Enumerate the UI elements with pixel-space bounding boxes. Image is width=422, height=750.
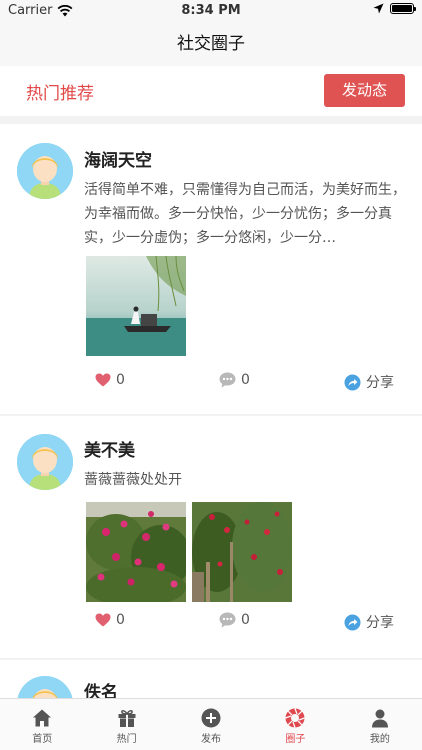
tab-circle[interactable]: 圈子 [253,699,337,750]
avatar[interactable] [17,676,73,698]
person-icon [371,709,388,728]
share-label: 分享 [366,615,394,631]
gift-icon [118,710,136,727]
comment-icon [219,612,236,628]
tab-label: 热门 [116,734,137,745]
post-photo[interactable] [192,502,292,602]
tab-profile[interactable]: 我的 [338,699,422,750]
avatar[interactable] [17,143,73,199]
feed-post: 美不美 蔷薇蔷薇处处开 0 0 分享 [0,416,422,658]
location-arrow-icon [373,3,384,14]
comment-icon [219,372,236,388]
username[interactable]: 佚名 [84,678,118,698]
share-button[interactable]: 分享 [344,372,394,392]
heart-icon [95,613,111,627]
username[interactable]: 美不美 [84,436,135,461]
feed-post: 海阔天空 活得简单不难，只需懂得为自己而活，为美好而生，为幸福而做。多一分快怡，… [0,124,422,414]
like-count: 0 [116,612,125,628]
heart-icon [95,373,111,387]
hot-recommend-title: 热门推荐 [26,84,94,104]
like-button[interactable]: 0 [95,612,125,628]
tab-label: 我的 [369,734,390,745]
battery-icon [390,3,416,14]
plus-circle-icon [201,708,221,728]
post-content: 蔷薇蔷薇处处开 [84,472,182,488]
tab-label: 首页 [32,734,53,745]
tab-hot[interactable]: 热门 [84,699,168,750]
comment-button[interactable]: 0 [219,612,250,628]
post-actions: 0 0 分享 [0,372,422,394]
clock: 8:34 PM [181,3,241,18]
tab-bar: 首页 热门 发布 圈子 我的 [0,698,422,750]
share-button[interactable]: 分享 [344,612,394,632]
post-content: 活得简单不难，只需懂得为自己而活，为美好而生，为幸福而做。多一分快怡，少一分忧伤… [84,182,406,246]
nav-title: 社交圈子 [0,22,422,66]
tab-label: 圈子 [285,734,306,745]
like-count: 0 [116,372,125,388]
share-icon [344,614,361,630]
tab-home[interactable]: 首页 [0,699,84,750]
status-bar: Carrier 8:34 PM [0,0,422,22]
aperture-icon [285,708,306,728]
post-photo[interactable] [86,256,186,356]
like-button[interactable]: 0 [95,372,125,388]
share-icon [344,374,361,390]
username[interactable]: 海阔天空 [84,146,152,171]
avatar[interactable] [17,434,73,490]
comment-button[interactable]: 0 [219,372,250,388]
home-icon [33,709,52,727]
share-label: 分享 [366,375,394,391]
comment-count: 0 [241,372,250,388]
feed-post: 佚名 [0,660,422,698]
feed-list[interactable]: 海阔天空 活得简单不难，只需懂得为自己而活，为美好而生，为幸福而做。多一分快怡，… [0,124,422,698]
post-photo[interactable] [86,502,186,602]
post-actions: 0 0 分享 [0,612,422,634]
comment-count: 0 [241,612,250,628]
post-status-button[interactable]: 发动态 [324,74,405,107]
section-header: 热门推荐 发动态 [0,66,422,116]
tab-publish[interactable]: 发布 [169,699,253,750]
tab-label: 发布 [201,734,222,745]
